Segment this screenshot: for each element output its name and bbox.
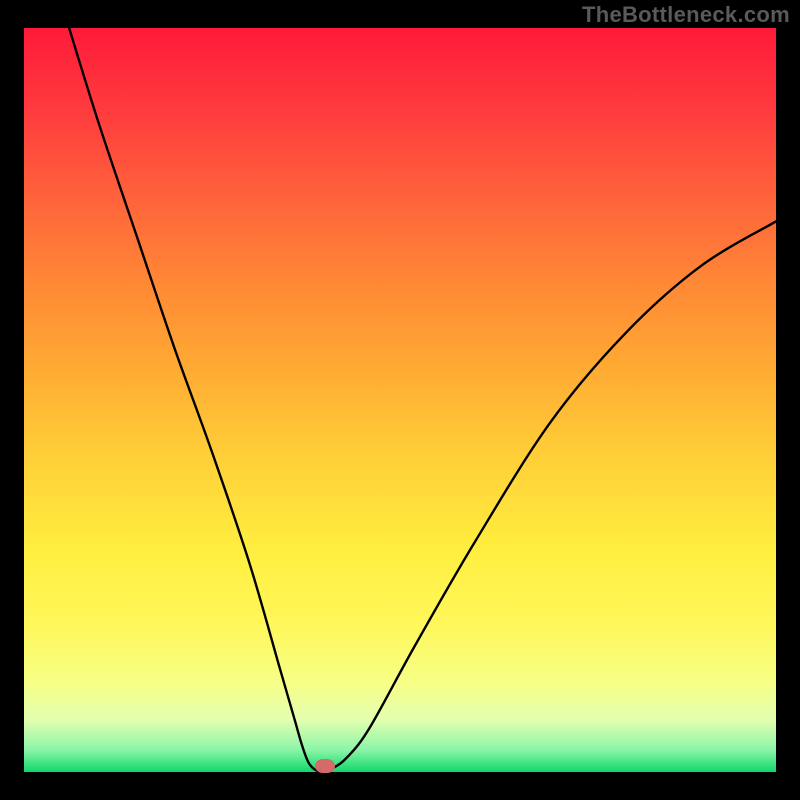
chart-frame: TheBottleneck.com [0, 0, 800, 800]
bottleneck-curve [69, 28, 776, 772]
curve-layer [0, 0, 800, 800]
watermark-text: TheBottleneck.com [582, 2, 790, 28]
optimum-marker [315, 759, 335, 773]
